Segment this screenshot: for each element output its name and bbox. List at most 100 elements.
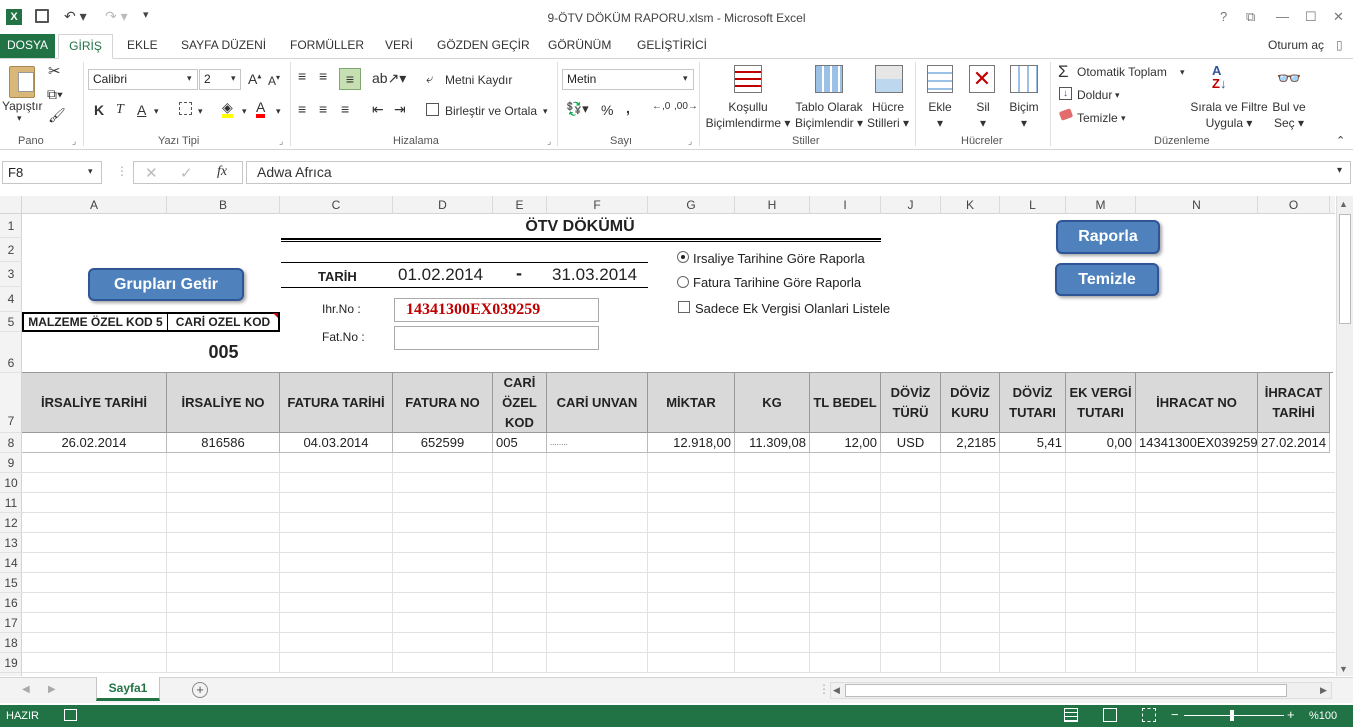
format-cells-button[interactable]: Biçim ▾ [1008,99,1040,131]
delete-cells-button[interactable]: Sil ▾ [974,99,992,131]
copy-icon[interactable]: ⧉▾ [47,86,63,103]
sort-filter-button[interactable]: Sırala ve Filtre Uygula ▾ [1190,99,1268,131]
decrease-indent-icon[interactable]: ⇤ [372,101,384,118]
add-sheet-button[interactable]: + [192,682,208,698]
format-as-table-icon[interactable] [815,65,843,93]
scroll-left-icon[interactable]: ◀ [833,685,840,696]
wrap-text-icon[interactable]: ⤶ [426,71,433,87]
table-cell[interactable]: 12.918,00 [648,433,735,453]
column-header-c[interactable]: C [280,196,393,214]
scroll-down-icon[interactable]: ▼ [1339,664,1348,674]
table-cell[interactable]: USD [881,433,941,453]
bold-icon[interactable]: K [94,102,104,118]
borders-dropdown-icon[interactable]: ▾ [198,106,203,117]
comma-style-icon[interactable]: , [626,100,630,116]
row-header-5[interactable]: 5 [0,312,22,332]
collapse-ribbon-icon[interactable]: ⌃ [1336,134,1345,147]
column-header-f[interactable]: F [547,196,648,214]
radio-fatura[interactable] [677,276,689,288]
date-to[interactable]: 31.03.2014 [552,265,637,285]
cell-styles-icon[interactable] [875,65,903,93]
column-header-d[interactable]: D [393,196,493,214]
align-right-icon[interactable]: ≡ [341,101,349,117]
name-box-dropdown-icon[interactable]: ▾ [88,166,93,177]
clear-button-sheet[interactable]: Temizle [1055,263,1159,296]
ribbon-display-icon[interactable]: ⧉ [1246,9,1255,25]
table-cell[interactable]: 005 [493,433,547,453]
wrap-text-button[interactable]: Metni Kaydır [445,73,512,87]
fat-input[interactable] [394,326,599,350]
cut-icon[interactable]: ✂ [48,62,61,80]
formula-input[interactable]: Adwa Afrıca [246,161,1351,184]
tab-page-layout[interactable]: SAYFA DÜZENİ [181,38,266,52]
table-cell[interactable]: 0,00 [1066,433,1136,453]
tab-file[interactable]: DOSYA [0,34,55,58]
align-left-icon[interactable]: ≡ [298,101,306,117]
select-all-corner[interactable] [0,196,22,214]
radio-irsaliye[interactable] [677,251,689,263]
align-middle-icon[interactable]: ≡ [319,68,327,84]
close-button[interactable]: ✕ [1333,9,1344,25]
font-launcher-icon[interactable]: ⌟ [279,136,283,147]
cari-value[interactable]: 005 [167,342,280,363]
maximize-button[interactable]: ☐ [1305,9,1317,25]
sign-in-link[interactable]: Oturum aç [1268,38,1324,52]
tab-review[interactable]: GÖZDEN GEÇİR [437,38,530,52]
row-header-1[interactable]: 1 [0,214,22,238]
table-cell[interactable]: 816586 [167,433,280,453]
align-bottom-icon[interactable]: ≡ [339,68,361,90]
row-header-13[interactable]: 13 [0,533,22,553]
column-header-g[interactable]: G [648,196,735,214]
font-color-icon[interactable]: A [256,100,266,118]
fill-button[interactable]: Doldur [1077,88,1112,102]
macro-record-icon[interactable] [64,709,77,721]
minimize-button[interactable]: — [1276,9,1289,24]
paste-icon[interactable] [9,66,35,98]
ihr-input[interactable]: 14341300EX039259 [394,298,599,322]
row-header-7[interactable]: 7 [0,373,22,433]
row-header-4[interactable]: 4 [0,287,22,312]
insert-function-icon[interactable]: fx [217,164,227,180]
delete-cells-icon[interactable]: ✕ [969,65,995,93]
zoom-slider-thumb[interactable] [1230,710,1234,721]
column-header-a[interactable]: A [22,196,167,214]
page-break-view-icon[interactable] [1142,708,1156,722]
clipboard-launcher-icon[interactable]: ⌟ [72,136,76,147]
font-color-dropdown-icon[interactable]: ▾ [276,106,281,117]
column-header-l[interactable]: L [1000,196,1066,214]
table-cell[interactable]: 26.02.2014 [22,433,167,453]
table-cell[interactable]: ........ [547,433,648,453]
help-icon[interactable]: ? [1220,9,1227,24]
sheet-prev-icon[interactable]: ◀ [22,684,30,695]
autosum-dropdown-icon[interactable]: ▾ [1180,67,1185,78]
underline-icon[interactable]: A [137,102,146,118]
clear-dropdown-icon[interactable]: ▾ [1121,113,1126,124]
row-header-18[interactable]: 18 [0,633,22,653]
align-center-icon[interactable]: ≡ [319,101,327,117]
column-header-b[interactable]: B [167,196,280,214]
column-header-e[interactable]: E [493,196,547,214]
number-format-dropdown-icon[interactable]: ▾ [683,73,688,84]
table-cell[interactable]: 2,2185 [941,433,1000,453]
row-header-16[interactable]: 16 [0,593,22,613]
insert-cells-icon[interactable] [927,65,953,93]
paste-button[interactable]: Yapıştır [2,99,42,113]
column-header-n[interactable]: N [1136,196,1258,214]
row-header-14[interactable]: 14 [0,553,22,573]
column-header-o[interactable]: O [1258,196,1330,214]
expand-formula-bar-icon[interactable]: ▾ [1337,165,1342,176]
number-launcher-icon[interactable]: ⌟ [688,136,692,147]
clear-button[interactable]: Temizle [1077,111,1118,125]
paste-dropdown-icon[interactable]: ▾ [17,113,22,124]
table-cell[interactable]: 652599 [393,433,493,453]
column-header-k[interactable]: K [941,196,1000,214]
conditional-formatting-icon[interactable] [734,65,762,93]
merge-dropdown-icon[interactable]: ▾ [543,106,548,117]
zoom-out-icon[interactable]: − [1171,707,1179,722]
increase-indent-icon[interactable]: ⇥ [394,101,406,118]
table-cell[interactable]: 5,41 [1000,433,1066,453]
table-cell[interactable]: 27.02.2014 [1258,433,1330,453]
font-name-dropdown-icon[interactable]: ▾ [187,73,192,84]
column-header-m[interactable]: M [1066,196,1136,214]
groups-button[interactable]: Grupları Getir [88,268,244,301]
